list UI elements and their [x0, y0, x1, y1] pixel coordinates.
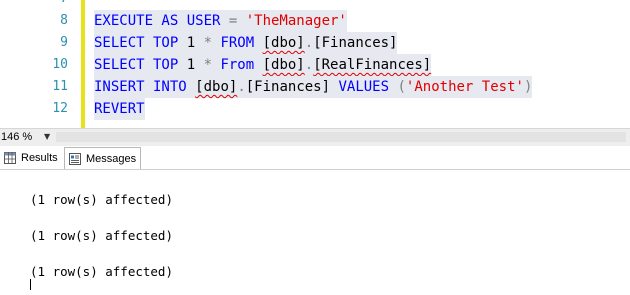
editor-status-bar: 146 % ▼	[0, 128, 630, 146]
code-token: [Finances]	[245, 79, 339, 95]
code-text[interactable]: EXECUTE AS USER = 'TheManager'	[94, 10, 347, 32]
query-editor[interactable]: 7 8 EXECUTE AS USER = 'TheManager' 9 SEL…	[0, 0, 630, 128]
message-line: (1 row(s) affected)	[30, 228, 173, 243]
message-line: (1 row(s) affected)	[30, 264, 173, 279]
chevron-down-icon[interactable]: ▼	[44, 132, 50, 141]
line-number: 7	[0, 0, 68, 10]
code-line[interactable]: 7	[0, 0, 630, 10]
tab-messages-label: Messages	[86, 152, 137, 165]
line-number: 10	[52, 57, 68, 72]
code-text[interactable]: INSERT INTO [dbo].[Finances] VALUES ('An…	[94, 76, 533, 98]
code-token: EXECUTE AS USER	[94, 13, 229, 29]
line-number: 11	[52, 79, 68, 94]
code-token: 1	[186, 57, 204, 73]
code-line[interactable]: 12 REVERT	[0, 98, 630, 120]
code-token: INSERT INTO	[94, 79, 196, 95]
code-token: From	[220, 57, 263, 73]
text-caret	[30, 279, 31, 290]
code-token: VALUES	[338, 79, 398, 95]
code-token: 'TheManager'	[245, 13, 347, 29]
code-token: REVERT	[94, 101, 145, 117]
message-line: (1 row(s) affected)	[30, 192, 173, 207]
code-line[interactable]: 9 SELECT TOP 1 * FROM [dbo].[Finances]	[0, 32, 630, 54]
code-token: (	[397, 79, 406, 95]
horizontal-scrollbar[interactable]	[56, 132, 626, 142]
code-token: 1	[186, 35, 204, 51]
messages-pane[interactable]: (1 row(s) affected) (1 row(s) affected) …	[0, 170, 630, 295]
code-token: [Finances]	[313, 35, 398, 51]
code-line[interactable]: 8 EXECUTE AS USER = 'TheManager'	[0, 10, 630, 32]
code-token: *	[203, 57, 221, 73]
line-number: 12	[52, 101, 68, 116]
code-token: 'Another Test'	[405, 79, 524, 95]
code-token: )	[523, 79, 533, 95]
code-token: .	[237, 79, 246, 95]
code-token: SELECT TOP	[94, 57, 187, 73]
code-token: [RealFinances]	[313, 57, 432, 73]
code-token: [dbo]	[262, 35, 305, 51]
line-number: 9	[60, 35, 68, 50]
code-line[interactable]: 10 SELECT TOP 1 * From [dbo].[RealFinanc…	[0, 54, 630, 76]
line-number: 8	[60, 13, 68, 28]
code-text[interactable]: REVERT	[94, 98, 145, 120]
code-token: .	[304, 57, 314, 73]
code-token: [dbo]	[195, 79, 238, 95]
code-line[interactable]: 11 INSERT INTO [dbo].[Finances] VALUES (…	[0, 76, 630, 98]
code-token: *	[203, 35, 221, 51]
code-token: [dbo]	[262, 57, 305, 73]
results-tab-strip: Results Messages	[0, 146, 630, 170]
code-text[interactable]: SELECT TOP 1 * FROM [dbo].[Finances]	[94, 32, 398, 54]
code-token: SELECT TOP	[94, 35, 187, 51]
zoom-level-dropdown[interactable]: 146 %	[0, 130, 39, 144]
code-token: FROM	[220, 35, 263, 51]
tab-results-label: Results	[21, 152, 58, 164]
grid-icon	[4, 152, 16, 164]
messages-icon	[69, 152, 81, 165]
code-text[interactable]: SELECT TOP 1 * From [dbo].[RealFinances]	[94, 54, 432, 76]
tab-messages[interactable]: Messages	[64, 147, 142, 169]
code-token: .	[304, 35, 314, 51]
code-token: =	[228, 13, 246, 29]
tab-results[interactable]: Results	[4, 148, 58, 168]
